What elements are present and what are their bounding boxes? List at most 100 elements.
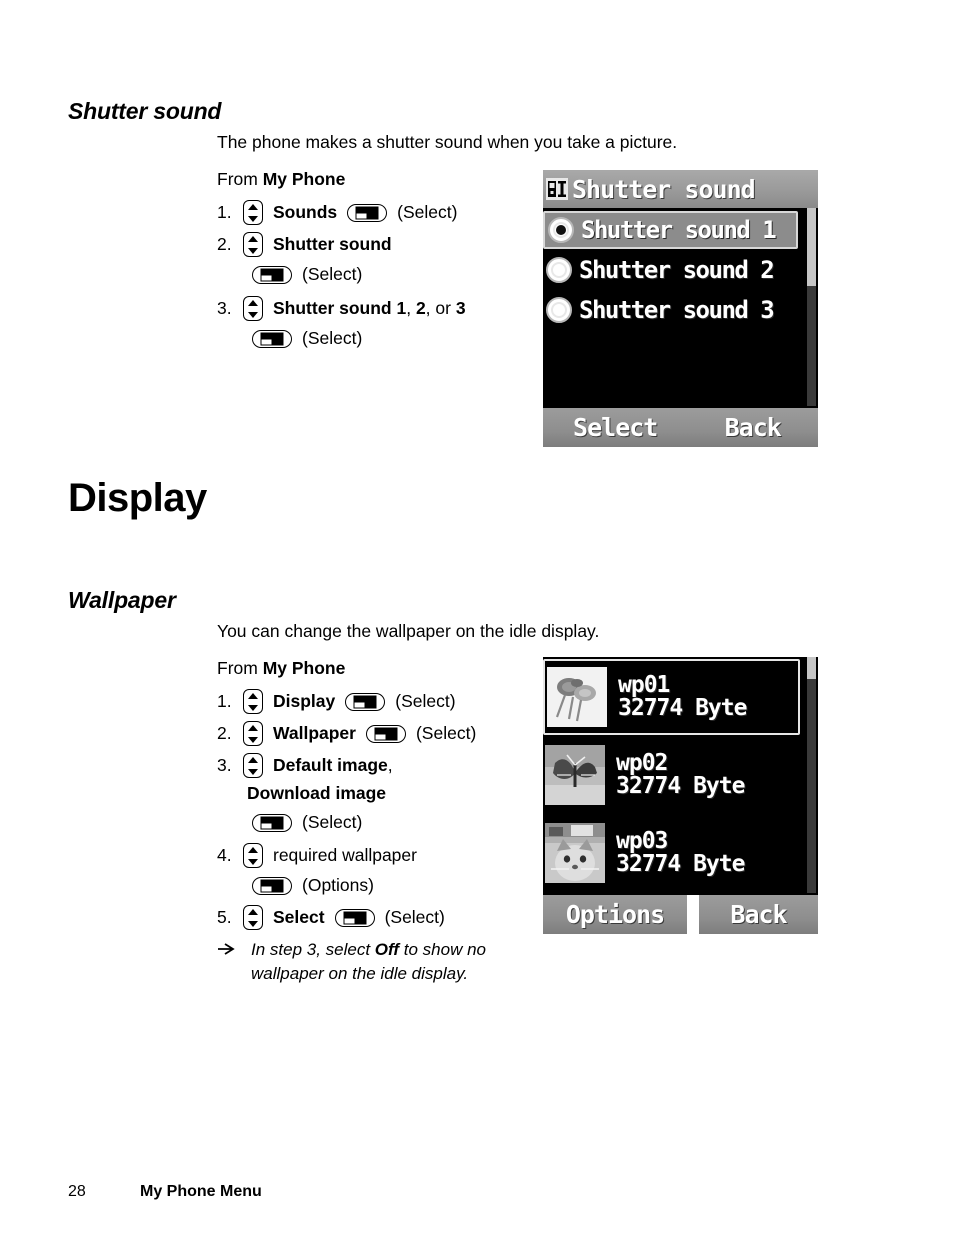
step-action: (Options) (302, 875, 374, 895)
select-key-icon[interactable] (252, 876, 292, 895)
intro-text-shutter-sound: The phone makes a shutter sound when you… (217, 132, 678, 152)
softkey-glyph (353, 695, 377, 708)
footer-title: My Phone Menu (140, 1183, 262, 1200)
list-item[interactable]: wp01 32774 Byte (543, 659, 800, 735)
radio-dot (556, 225, 566, 235)
softkey-right[interactable]: Back (687, 408, 818, 447)
scrollbar-track[interactable] (807, 657, 816, 893)
select-key-icon[interactable] (252, 265, 292, 284)
chevron-down-icon (248, 311, 258, 318)
step-label: Sounds (273, 202, 338, 222)
chevron-down-icon (248, 215, 258, 222)
navigation-key-icon[interactable] (243, 843, 263, 868)
list-item-meta: wp03 32774 Byte (616, 827, 745, 877)
chevron-up-icon (248, 299, 258, 306)
step-action: (Select) (302, 264, 363, 284)
navigation-key-icon[interactable] (243, 905, 263, 930)
step-row-select: 5. Select (Select) (217, 905, 445, 930)
from-menu-name: My Phone (262, 169, 346, 189)
phone-softkey-bar: Select Back (543, 408, 818, 447)
step-number: 3. (217, 298, 232, 318)
step-label-default-image: Default image (273, 755, 388, 775)
step-action: (Select) (384, 907, 445, 927)
step-number: 4. (217, 845, 232, 865)
step-number: 1. (217, 202, 232, 222)
step-action: (Select) (302, 328, 363, 348)
from-prefix: From (217, 658, 263, 678)
radio-button-icon (546, 297, 572, 323)
from-line-wallpaper: From My Phone (217, 657, 345, 679)
step-label: Shutter sound (273, 234, 392, 254)
butterfly-thumbnail (545, 745, 605, 805)
wallpaper-name: wp01 (618, 671, 670, 698)
select-key-icon[interactable] (334, 908, 375, 927)
select-key-icon[interactable] (365, 724, 406, 743)
step-row-display: 1. Display (Select) (217, 689, 456, 714)
scrollbar-thumb[interactable] (807, 208, 816, 286)
softkey-glyph (355, 206, 379, 219)
list-item[interactable]: Shutter sound 2 (543, 251, 818, 289)
scrollbar-thumb[interactable] (807, 657, 816, 679)
list-item[interactable]: wp02 32774 Byte (543, 737, 818, 813)
step-row-default-image-action: (Select) (252, 812, 362, 833)
softkey-left[interactable]: Select (543, 408, 688, 447)
list-item-meta: wp01 32774 Byte (618, 671, 747, 721)
step-label: Shutter sound (273, 298, 397, 318)
step-label: required wallpaper (273, 845, 417, 865)
select-key-icon[interactable] (345, 692, 386, 711)
sep-1: , (406, 298, 416, 318)
step-number: 2. (217, 234, 232, 254)
chevron-down-icon (248, 768, 258, 775)
list-item[interactable]: Shutter sound 3 (543, 291, 818, 329)
from-line-shutter: From My Phone (217, 168, 345, 190)
step-number: 2. (217, 723, 232, 743)
softkey-notch (261, 339, 272, 344)
navigation-key-icon[interactable] (243, 689, 263, 714)
note-block: In step 3, select Off to show no wallpap… (217, 938, 547, 986)
list-item[interactable]: wp03 32774 Byte (543, 815, 818, 891)
list-item-label: Shutter sound 1 (581, 216, 777, 244)
navigation-key-icon[interactable] (243, 721, 263, 746)
wallpaper-size: 32774 Byte (618, 695, 747, 721)
softkey-glyph (260, 268, 284, 281)
softkey-glyph (260, 332, 284, 345)
step-row-required-wallpaper: 4. required wallpaper (217, 843, 417, 868)
navigation-key-icon[interactable] (243, 232, 263, 257)
select-key-icon[interactable] (252, 329, 292, 348)
wallpaper-name: wp03 (616, 827, 668, 854)
step-row-shutter-choice-action: (Select) (252, 328, 362, 349)
navigation-key-icon[interactable] (243, 753, 263, 778)
radio-button-icon (546, 257, 572, 283)
step-row-shutter-sound-action: (Select) (252, 264, 362, 285)
step-row-wallpaper: 2. Wallpaper (Select) (217, 721, 476, 746)
chevron-up-icon (248, 724, 258, 731)
navigation-key-icon[interactable] (243, 200, 263, 225)
softkey-glyph (260, 816, 284, 829)
select-key-icon[interactable] (347, 203, 388, 222)
softkey-notch (354, 702, 365, 707)
select-key-icon[interactable] (252, 813, 292, 832)
chevron-down-icon (248, 704, 258, 711)
wallpaper-size: 32774 Byte (616, 851, 745, 877)
step-number: 3. (217, 755, 232, 775)
list-item[interactable]: Shutter sound 1 (543, 211, 798, 249)
step-action: (Select) (397, 202, 458, 222)
softkey-glyph (260, 879, 284, 892)
step-label-download-image: Download image (247, 783, 387, 803)
softkey-right[interactable]: Back (699, 895, 818, 934)
chevron-down-icon (248, 247, 258, 254)
note-post: to show no (399, 940, 486, 959)
step-row-required-wallpaper-action: (Options) (252, 875, 374, 896)
heading-shutter-sound: Shutter sound (68, 98, 222, 124)
chevron-up-icon (248, 846, 258, 853)
step-number: 5. (217, 907, 232, 927)
softkey-notch (344, 918, 355, 923)
radio-ring (551, 262, 567, 278)
softkey-notch (356, 213, 367, 218)
softkey-left[interactable]: Options (543, 895, 687, 934)
option-1: 1 (396, 298, 407, 318)
intro-text-wallpaper: You can change the wallpaper on the idle… (217, 621, 600, 641)
step-action: (Select) (302, 812, 363, 832)
phone-softkey-bar: Options Back (543, 895, 818, 934)
navigation-key-icon[interactable] (243, 296, 263, 321)
